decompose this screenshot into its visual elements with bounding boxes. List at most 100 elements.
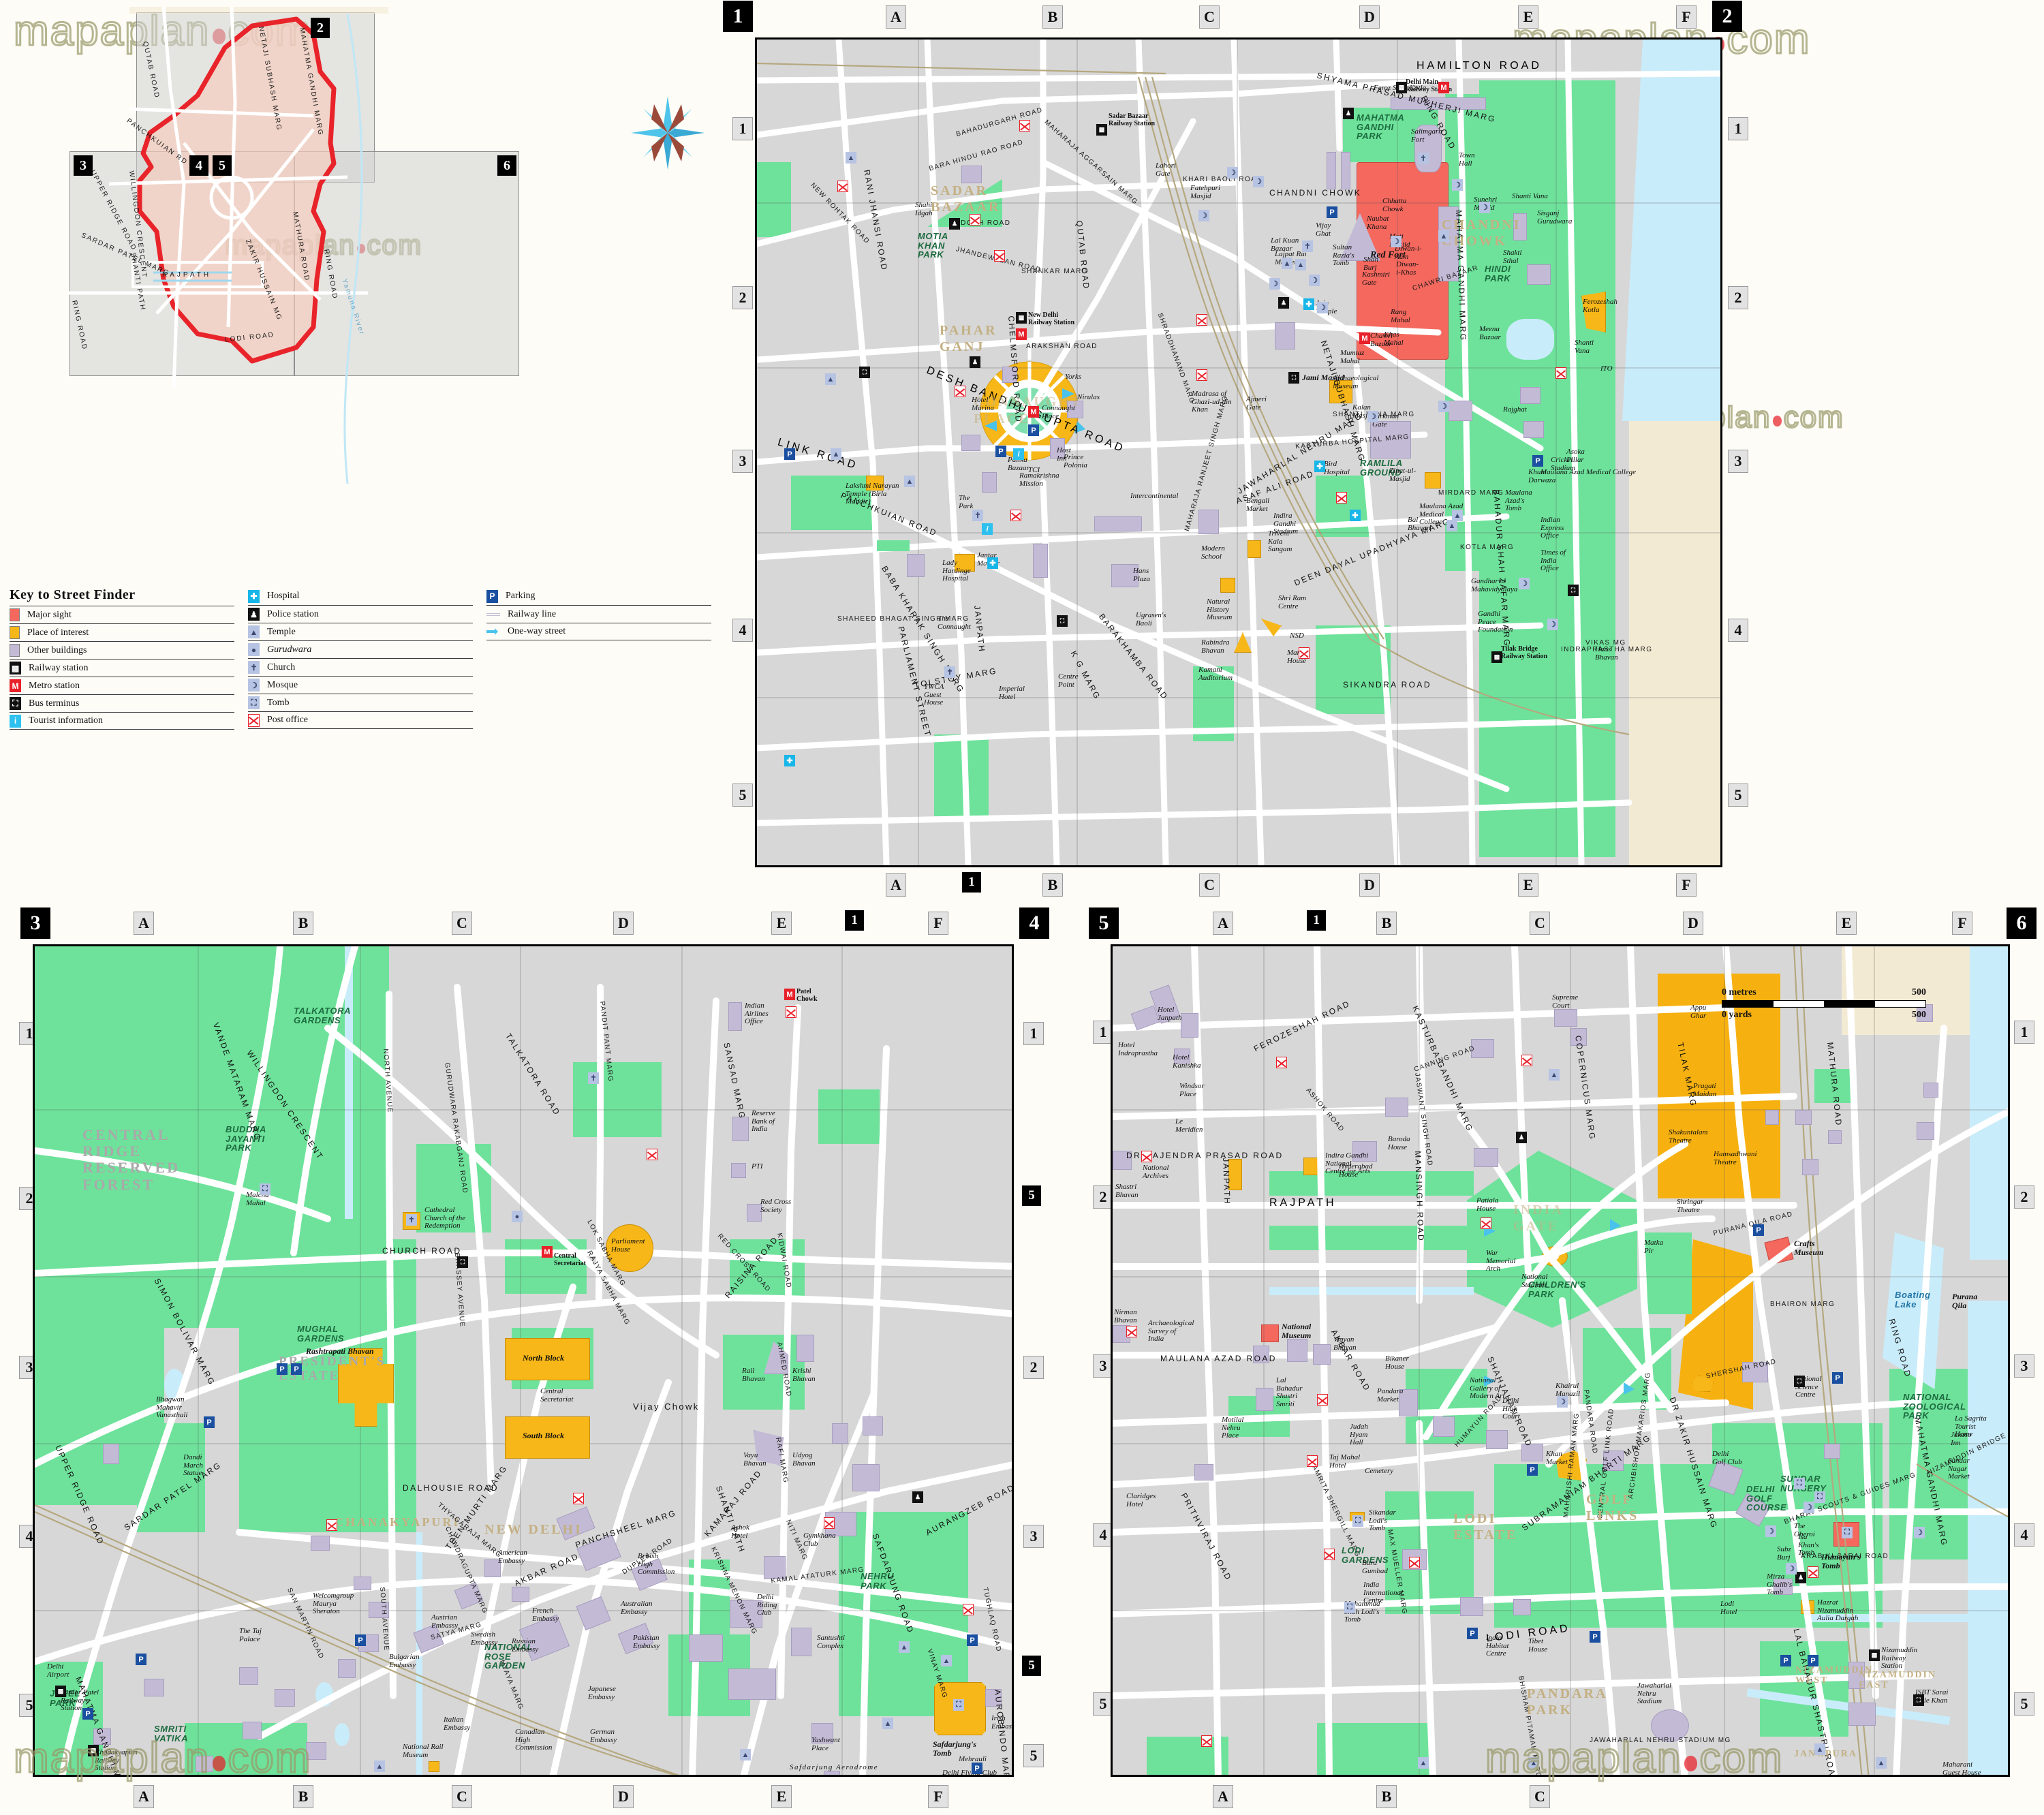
grid-col-B-bottom[interactable]: B — [1042, 873, 1063, 897]
police-station-icon[interactable]: ♟ — [1516, 1132, 1527, 1143]
grid-col-A-top[interactable]: A — [886, 5, 906, 29]
tomb-icon[interactable]: ⛶ — [1352, 1515, 1363, 1527]
grid-col-C-top[interactable]: C — [1199, 5, 1220, 29]
grid-row-3-left[interactable]: 3 — [732, 450, 753, 473]
parking-icon[interactable]: P — [1832, 1372, 1843, 1384]
mosque-icon[interactable]: ☽ — [1227, 167, 1238, 179]
grid-col-A-bottom[interactable]: A — [886, 873, 906, 897]
post-office-icon[interactable] — [1196, 314, 1207, 326]
railway-station-icon[interactable]: ▩ — [1016, 312, 1027, 324]
mosque-icon[interactable]: ☽ — [1391, 236, 1402, 247]
post-office-icon[interactable] — [1196, 369, 1207, 381]
metro-station-icon[interactable]: M — [1438, 82, 1449, 93]
temple-icon[interactable]: ▲ — [1876, 1757, 1887, 1769]
grid-row-5-right-arrow[interactable]: 5 — [1022, 1185, 1041, 1206]
page-key-5[interactable]: 5 — [1089, 908, 1119, 939]
parking-icon[interactable]: P — [82, 1708, 93, 1720]
hospital-icon[interactable]: ✚ — [1303, 298, 1314, 310]
bus-terminus-icon[interactable]: ⛶ — [859, 367, 870, 378]
hospital-icon[interactable]: ✚ — [1314, 461, 1325, 472]
grid-row-5-right[interactable]: 5 — [2014, 1692, 2034, 1716]
mosque-icon[interactable]: ☽ — [1317, 302, 1328, 313]
grid-row-2-left[interactable]: 2 — [732, 286, 753, 309]
tourist-information-icon[interactable]: i — [982, 523, 993, 535]
page-key-3[interactable]: 3 — [20, 908, 50, 939]
mosque-icon[interactable]: ☽ — [1269, 278, 1280, 290]
grid-row-4-right[interactable]: 4 — [1728, 619, 1748, 642]
mosque-icon[interactable]: ☽ — [1803, 1502, 1814, 1513]
parking-icon[interactable]: P — [967, 1634, 978, 1646]
post-office-icon[interactable] — [573, 1493, 584, 1504]
parking-icon[interactable]: P — [1780, 1655, 1791, 1666]
mosque-icon[interactable]: ☽ — [1309, 275, 1320, 286]
grid-row-1-right[interactable]: 1 — [1728, 117, 1748, 140]
grid-col-C-bottom[interactable]: C — [452, 1785, 472, 1808]
railway-station-icon[interactable]: ▩ — [88, 1745, 99, 1756]
post-office-icon[interactable] — [1317, 1394, 1328, 1406]
sight-national-rail-museum[interactable] — [429, 1761, 439, 1772]
parking-icon[interactable]: P — [136, 1654, 146, 1665]
tomb-icon[interactable]: ⛶ — [260, 1183, 270, 1195]
post-office-icon[interactable] — [1299, 647, 1310, 659]
grid-row-2-right[interactable]: 2 — [2014, 1185, 2034, 1209]
post-office-icon[interactable] — [1010, 510, 1021, 521]
post-office-icon[interactable] — [786, 1006, 796, 1018]
grid-col-C-bottom[interactable]: C — [1530, 1785, 1550, 1808]
grid-col-D-bottom[interactable]: D — [613, 1785, 634, 1808]
parking-icon[interactable]: P — [1808, 1655, 1818, 1666]
post-office-icon[interactable] — [1019, 120, 1030, 131]
railway-station-icon[interactable]: ▩ — [1491, 651, 1502, 663]
temple-icon[interactable]: ▲ — [825, 373, 836, 385]
post-office-icon[interactable] — [970, 214, 980, 226]
mosque-icon[interactable]: ☽ — [1198, 210, 1209, 221]
parking-icon[interactable]: P — [1327, 206, 1337, 218]
post-office-icon[interactable] — [1336, 492, 1347, 503]
grid-col-top-arrow-1[interactable]: 1 — [1307, 910, 1326, 931]
grid-col-A-top[interactable]: A — [1213, 912, 1233, 935]
temple-icon[interactable]: ▲ — [846, 152, 856, 164]
tomb-icon[interactable]: ⛶ — [1794, 1478, 1805, 1489]
railway-station-icon[interactable]: ▩ — [1396, 82, 1407, 93]
bus-terminus-icon[interactable]: ⛶ — [1568, 585, 1579, 596]
grid-row-4-right[interactable]: 4 — [2014, 1523, 2034, 1547]
parking-icon[interactable]: P — [1532, 455, 1543, 467]
grid-col-A-bottom[interactable]: A — [134, 1785, 154, 1808]
mosque-icon[interactable]: ☽ — [1914, 1527, 1925, 1538]
church-icon[interactable]: ✝ — [1418, 153, 1429, 164]
parking-icon[interactable]: P — [277, 1363, 288, 1375]
grid-row-1-right[interactable]: 1 — [1023, 1022, 1044, 1045]
temple-icon[interactable]: ▲ — [1418, 1757, 1429, 1769]
church-icon[interactable]: ✝ — [1302, 241, 1313, 252]
post-office-icon[interactable] — [1808, 1566, 1818, 1578]
temple-icon[interactable]: ▲ — [1452, 510, 1463, 521]
temple-icon[interactable]: ▲ — [882, 1718, 893, 1729]
grid-col-F-top[interactable]: F — [1676, 5, 1697, 29]
railway-station-icon[interactable]: ▩ — [55, 1686, 66, 1697]
bus-terminus-icon[interactable]: ⛶ — [457, 1256, 468, 1268]
overview-page-key-3[interactable]: 3 — [74, 155, 93, 176]
grid-row-2-right[interactable]: 2 — [1728, 286, 1748, 309]
metro-station-icon[interactable]: M — [784, 989, 795, 1000]
grid-col-top-arrow-1[interactable]: 1 — [845, 910, 864, 931]
mosque-icon[interactable]: ☽ — [1367, 411, 1378, 422]
grid-col-A-bottom[interactable]: A — [1213, 1785, 1233, 1808]
post-office-icon[interactable] — [1324, 1549, 1335, 1560]
parking-icon[interactable]: P — [972, 1763, 982, 1774]
grid-col-C-bottom[interactable]: C — [1199, 873, 1220, 897]
police-station-icon[interactable]: ♟ — [1278, 297, 1289, 309]
railway-station-icon[interactable]: ▩ — [1869, 1649, 1880, 1661]
metro-station-icon[interactable]: M — [1016, 328, 1027, 340]
mosque-icon[interactable]: ☽ — [1519, 578, 1530, 589]
police-station-icon[interactable]: ♟ — [949, 218, 960, 230]
parking-icon[interactable]: P — [1028, 424, 1039, 436]
tomb-icon[interactable]: ⛶ — [1344, 1602, 1355, 1613]
grid-row-5-right[interactable]: 5 — [1728, 784, 1748, 807]
mosque-icon[interactable]: ☽ — [1253, 176, 1264, 187]
church-icon[interactable]: ✝ — [944, 666, 955, 678]
hospital-icon[interactable]: ✚ — [1350, 510, 1361, 521]
grid-col-F-top[interactable]: F — [928, 912, 948, 935]
police-station-icon[interactable]: ♟ — [912, 1491, 923, 1503]
grid-row-1-left[interactable]: 1 — [732, 117, 753, 140]
post-office-icon[interactable] — [1276, 1057, 1287, 1068]
grid-col-B-bottom[interactable]: B — [293, 1785, 313, 1808]
